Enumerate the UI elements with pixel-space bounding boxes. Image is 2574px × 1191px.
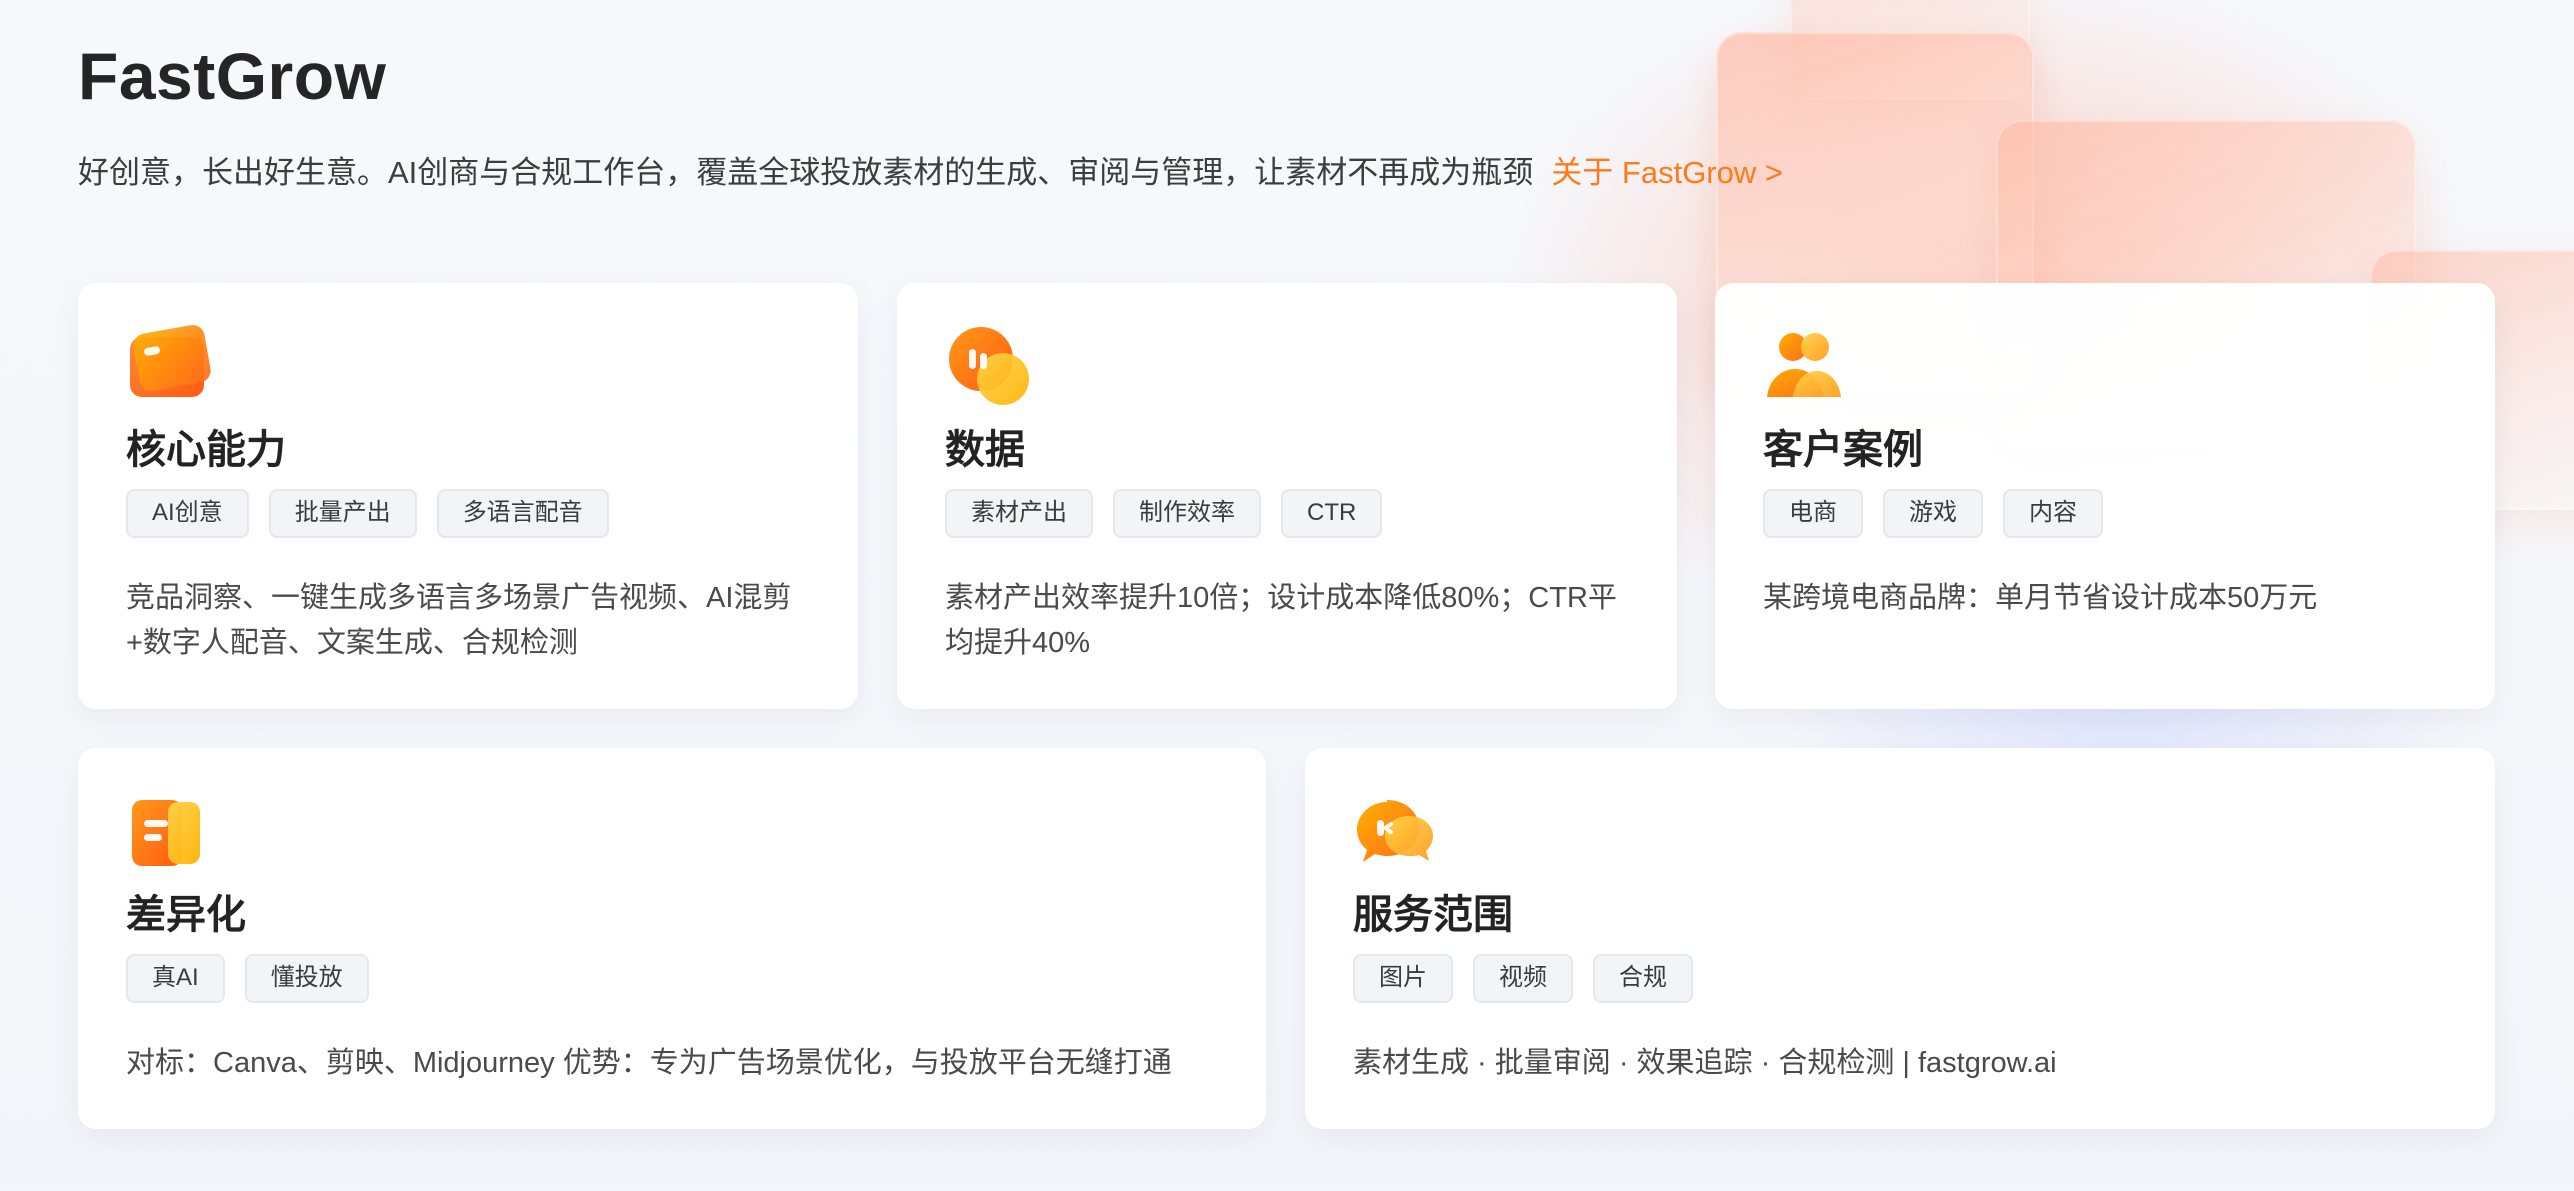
card-title: 核心能力 [126,428,286,472]
card-tags: 真AI 懂投放 [126,954,1218,1003]
tag-multilingual-dubbing[interactable]: 多语言配音 [436,489,609,538]
tag-games[interactable]: 游戏 [1883,489,1983,538]
card-differentiation: 差异化 真AI 懂投放 对标：Canva、剪映、Midjourney 优势：专为… [78,748,1266,1129]
tag-ai-creative[interactable]: AI创意 [126,489,249,538]
tag-video[interactable]: 视频 [1473,954,1573,1003]
card-title: 数据 [945,428,1025,472]
card-description: 对标：Canva、剪映、Midjourney 优势：专为广告场景优化，与投放平台… [126,1046,1172,1079]
tag-ad-savvy[interactable]: 懂投放 [244,954,369,1003]
chat-icon [1347,782,1443,878]
card-icon [120,317,216,413]
page-title: FastGrow [78,39,387,113]
card-core-capabilities: 核心能力 AI创意 批量产出 多语言配音 竞品洞察、一键生成多语言多场景广告视频… [78,283,858,709]
feature-cards: 核心能力 AI创意 批量产出 多语言配音 竞品洞察、一键生成多语言多场景广告视频… [78,283,2496,1129]
card-tags: 图片 视频 合规 [1353,954,2447,1003]
card-tags: 电商 游戏 内容 [1763,489,2447,538]
tag-ctr[interactable]: CTR [1281,489,1383,538]
card-description: 素材产出效率提升10倍；设计成本降低80%；CTR平均提升40% [945,581,1617,659]
tag-compliance[interactable]: 合规 [1593,954,1693,1003]
tag-batch-output[interactable]: 批量产出 [268,489,417,538]
card-tags: 素材产出 制作效率 CTR [945,489,1629,538]
card-description: 某跨境电商品牌：单月节省设计成本50万元 [1763,581,2318,614]
tag-images[interactable]: 图片 [1353,954,1453,1003]
document-icon [120,782,216,878]
tag-content[interactable]: 内容 [2003,489,2103,538]
card-customer-cases: 客户案例 电商 游戏 内容 某跨境电商品牌：单月节省设计成本50万元 [1715,283,2495,709]
card-service-scope: 服务范围 图片 视频 合规 素材生成 · 批量审阅 · 效果追踪 · 合规检测 … [1305,748,2495,1129]
card-tags: AI创意 批量产出 多语言配音 [126,489,810,538]
subtitle-row: 好创意，长出好生意。AI创商与合规工作台，覆盖全球投放素材的生成、审阅与管理，让… [78,147,2574,192]
about-fastgrow-link[interactable]: 关于 FastGrow > [1551,147,1783,192]
users-icon [1757,317,1853,413]
card-description: 竞品洞察、一键生成多语言多场景广告视频、AI混剪+数字人配音、文案生成、合规检测 [126,581,792,659]
subtitle-text: 好创意，长出好生意。AI创商与合规工作台，覆盖全球投放素材的生成、审阅与管理，让… [78,154,1534,190]
tag-production-efficiency[interactable]: 制作效率 [1113,489,1261,538]
card-title: 服务范围 [1353,893,1513,937]
card-title: 差异化 [126,893,246,937]
card-title: 客户案例 [1763,428,1923,472]
tag-true-ai[interactable]: 真AI [126,954,225,1003]
card-description: 素材生成 · 批量审阅 · 效果追踪 · 合规检测 | fastgrow.ai [1353,1046,2057,1079]
page: FastGrow 好创意，长出好生意。AI创商与合规工作台，覆盖全球投放素材的生… [0,0,2574,192]
tag-ecommerce[interactable]: 电商 [1763,489,1863,538]
data-icon [939,317,1035,413]
tag-material-output[interactable]: 素材产出 [945,489,1093,538]
card-data: 数据 素材产出 制作效率 CTR 素材产出效率提升10倍；设计成本降低80%；C… [897,283,1677,709]
